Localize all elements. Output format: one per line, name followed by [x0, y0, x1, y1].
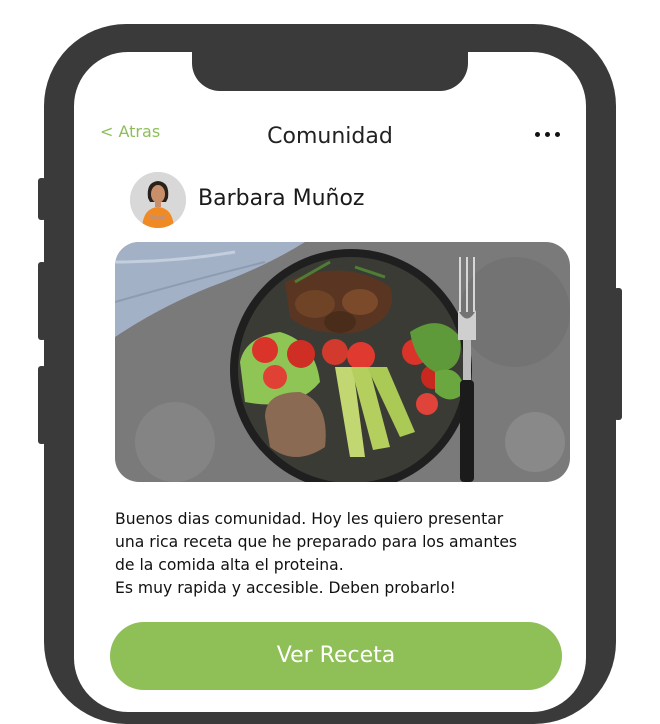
phone-silent-switch: [38, 178, 46, 220]
view-recipe-button[interactable]: Ver Receta: [110, 622, 562, 690]
post-text-line: Es muy rapida y accesible. Deben probarl…: [115, 579, 456, 597]
food-bowl-photo: [115, 242, 570, 482]
post-text: Buenos dias comunidad. Hoy les quiero pr…: [115, 508, 565, 600]
app-screen: < Atras Comunidad Barbara Muñoz Buenos d…: [74, 52, 586, 712]
phone-volume-up: [38, 262, 46, 340]
more-options-icon[interactable]: [535, 132, 560, 137]
avatar[interactable]: [130, 172, 186, 228]
author-name[interactable]: Barbara Muñoz: [198, 186, 364, 211]
phone-power-button: [614, 288, 622, 420]
phone-volume-down: [38, 366, 46, 444]
page-title: Comunidad: [267, 124, 393, 149]
post-text-line: Buenos dias comunidad. Hoy les quiero pr…: [115, 510, 504, 528]
post-text-line: una rica receta que he preparado para lo…: [115, 533, 518, 551]
post-text-line: de la comida alta el proteina.: [115, 556, 344, 574]
phone-notch: [192, 52, 468, 91]
